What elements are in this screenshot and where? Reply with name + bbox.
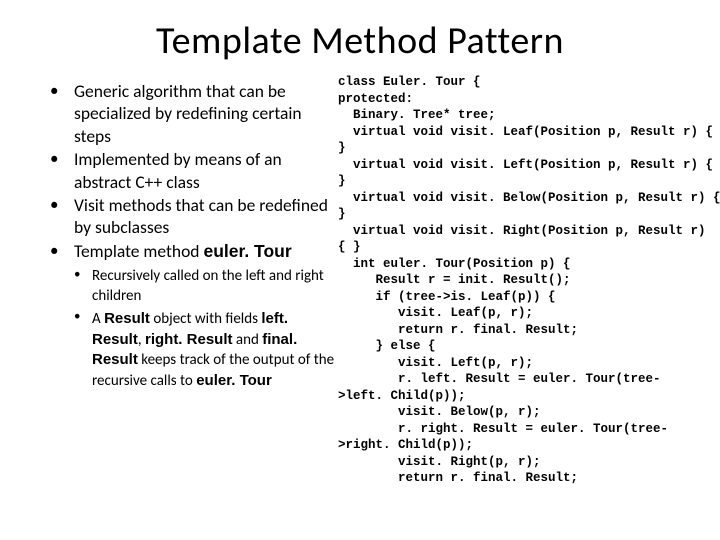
slide-title: Template Method Pattern — [0, 0, 720, 74]
s2-right: right. Result — [145, 331, 233, 348]
code-l18: visit. Left(p, r); — [338, 356, 533, 370]
code-column: class Euler. Tour { protected: Binary. T… — [336, 74, 720, 487]
bullet-3: Visit methods that can be redefined by s… — [46, 194, 336, 239]
s2-b: object with fields — [150, 310, 261, 328]
bullet-1: Generic algorithm that can be specialize… — [46, 80, 336, 147]
s2-d: and — [233, 331, 263, 349]
code-l09: } — [338, 207, 346, 221]
main-bullet-list: Generic algorithm that can be specialize… — [46, 74, 336, 262]
s2-euler: euler. Tour — [196, 372, 272, 389]
bullets-column: Generic algorithm that can be specialize… — [46, 74, 336, 487]
slide-body: Generic algorithm that can be specialize… — [0, 74, 720, 487]
s2-result: Result — [104, 310, 150, 327]
code-l04: virtual void visit. Leaf(Position p, Res… — [338, 125, 713, 139]
sub-bullet-1: Recursively called on the left and right… — [72, 267, 336, 306]
code-l25: return r. final. Result; — [338, 471, 578, 485]
code-l17: } else { — [338, 339, 436, 353]
bullet-4-code: euler. Tour — [203, 241, 291, 261]
bullet-4-text: Template method — [74, 240, 203, 262]
code-l01: class Euler. Tour { — [338, 75, 481, 89]
code-l13: Result r = init. Result(); — [338, 273, 571, 287]
bullet-2: Implemented by means of an abstract C++ … — [46, 148, 336, 193]
code-l12: int euler. Tour(Position p) { — [338, 257, 571, 271]
bullet-4: Template method euler. Tour — [46, 240, 336, 262]
code-l15: visit. Leaf(p, r); — [338, 306, 533, 320]
code-l23: >right. Child(p)); — [338, 438, 473, 452]
code-l14: if (tree->is. Leaf(p)) { — [338, 290, 556, 304]
code-l16: return r. final. Result; — [338, 323, 578, 337]
s2-c: , — [138, 331, 145, 349]
code-l24: visit. Right(p, r); — [338, 455, 541, 469]
code-l03: Binary. Tree* tree; — [338, 108, 496, 122]
code-l07: } — [338, 174, 346, 188]
sub-bullet-list: Recursively called on the left and right… — [46, 263, 336, 391]
code-l02: protected: — [338, 92, 413, 106]
code-l22: r. right. Result = euler. Tour(tree- — [338, 422, 668, 436]
code-l19: r. left. Result = euler. Tour(tree- — [338, 372, 661, 386]
code-l20: >left. Child(p)); — [338, 389, 466, 403]
code-l10: virtual void visit. Right(Position p, Re… — [338, 224, 706, 238]
code-l11: { } — [338, 240, 361, 254]
s2-a: A — [92, 310, 104, 328]
sub-bullet-2: A Result object with fields left. Result… — [72, 309, 336, 391]
code-l06: virtual void visit. Left(Position p, Res… — [338, 158, 713, 172]
code-l08: virtual void visit. Below(Position p, Re… — [338, 191, 720, 205]
code-l05: } — [338, 141, 346, 155]
code-l21: visit. Below(p, r); — [338, 405, 541, 419]
